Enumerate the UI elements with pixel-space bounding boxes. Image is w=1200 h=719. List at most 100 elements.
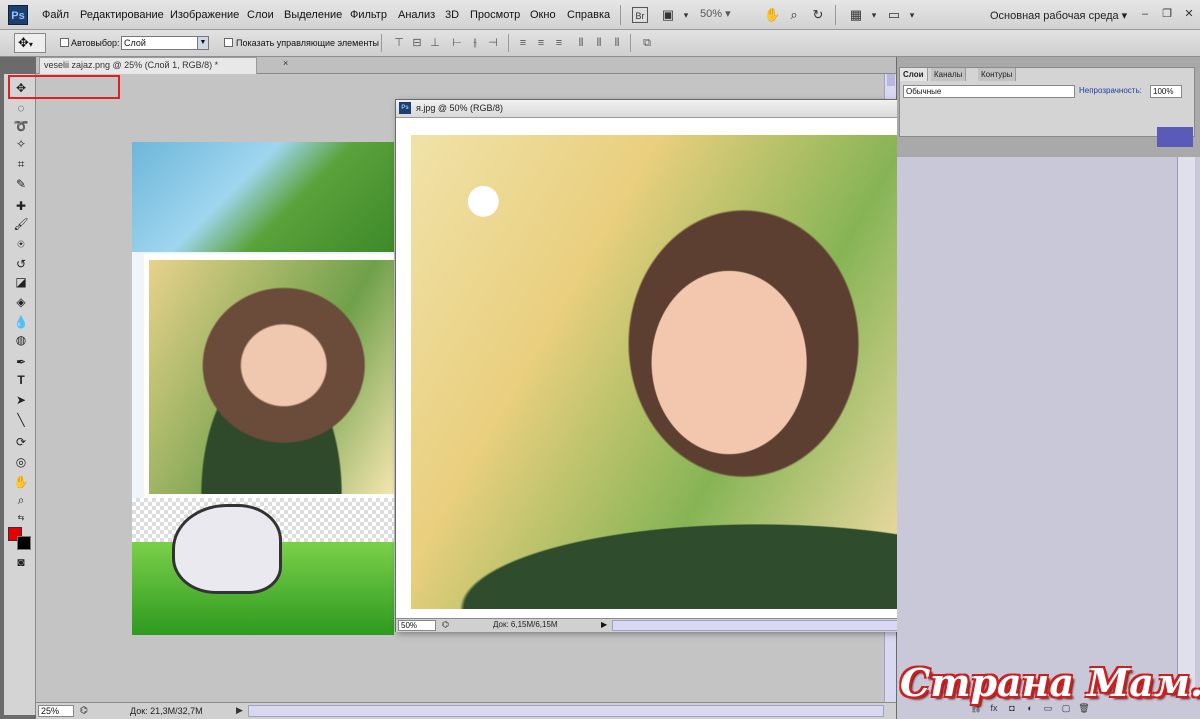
camera-raw-icon[interactable]: ▣ <box>660 7 676 23</box>
type-icon[interactable]: T <box>13 372 29 388</box>
autoselect-checkbox[interactable] <box>60 38 69 47</box>
distribute-bottom-icon[interactable]: ≡ <box>552 37 566 49</box>
arrange-documents-icon[interactable]: ▦ <box>848 7 864 23</box>
scroll-up-arrow[interactable] <box>887 74 895 86</box>
cartoon-bunny <box>172 504 282 594</box>
menu-view[interactable]: Просмотр <box>470 9 520 21</box>
screen-mode-icon[interactable]: ▭ <box>886 7 902 23</box>
status-arrow-icon[interactable]: ▶ <box>601 620 607 629</box>
menu-select[interactable]: Выделение <box>284 9 342 21</box>
minimize-button[interactable]: – <box>1138 7 1152 21</box>
marquee-tool-icon[interactable]: ◌ <box>13 100 29 116</box>
menu-window[interactable]: Окно <box>530 9 556 21</box>
dodge-icon[interactable]: ◍ <box>13 332 29 348</box>
workspace-dropdown[interactable]: Основная рабочая среда ▾ <box>990 9 1127 22</box>
zoom-field[interactable]: 25% <box>38 705 74 717</box>
background-color-swatch[interactable] <box>17 536 31 550</box>
align-vcenter-icon[interactable]: ⊟ <box>410 37 424 49</box>
3d-orbit-icon[interactable]: ◎ <box>13 454 29 470</box>
collage-leaves <box>132 142 394 252</box>
close-button[interactable]: ✕ <box>1182 7 1196 21</box>
tab-paths[interactable]: Контуры <box>978 68 1017 81</box>
tool-preset-picker[interactable]: ✥▾ <box>14 33 46 53</box>
chevron-down-icon[interactable]: ▾ <box>866 7 882 23</box>
hand-tool-icon[interactable]: ✋ <box>764 7 780 23</box>
blur-icon[interactable]: 💧 <box>13 314 29 330</box>
bridge-icon[interactable]: Br <box>632 7 648 23</box>
distribute-top-icon[interactable]: ≡ <box>516 37 530 49</box>
doc-size-info: Док: 21,3M/32,7M <box>130 706 203 716</box>
brush-icon[interactable]: 🖌 <box>13 216 29 232</box>
distribute-hcenter-icon[interactable]: ⦀ <box>592 37 606 49</box>
align-right-icon[interactable]: ⊣ <box>486 37 500 49</box>
quick-mask-icon[interactable]: ◙ <box>13 554 29 570</box>
menu-analysis[interactable]: Анализ <box>398 9 435 21</box>
horizontal-scrollbar[interactable] <box>248 705 884 717</box>
align-top-icon[interactable]: ⊤ <box>392 37 406 49</box>
menu-layers[interactable]: Слои <box>247 9 274 21</box>
layer-thumbnail[interactable] <box>1157 127 1193 147</box>
menu-help[interactable]: Справка <box>567 9 610 21</box>
hand-icon[interactable]: ✋ <box>13 474 29 490</box>
tools-panel: ✥ ◌ ➰ ✧ ⌗ ✎ ✚ 🖌 ⍟ ↺ ◪ ◈ 💧 ◍ ✒ T ➤ ╲ ⟳ ◎ … <box>4 74 36 715</box>
eyedropper-icon[interactable]: ✎ <box>13 176 29 192</box>
photoshop-doc-icon: Ps <box>399 102 411 114</box>
status-bar: 25% ⌬ Док: 21,3M/32,7M ▶ <box>36 702 896 719</box>
separator <box>508 34 509 52</box>
distribute-left-icon[interactable]: ⦀ <box>574 37 588 49</box>
doc-size-info: Док: 6,15M/6,15M <box>493 620 558 629</box>
distribute-vcenter-icon[interactable]: ≡ <box>534 37 548 49</box>
menu-edit[interactable]: Редактирование <box>80 9 164 21</box>
chevron-down-icon[interactable]: ▾ <box>678 7 694 23</box>
path-select-icon[interactable]: ➤ <box>13 392 29 408</box>
restore-button[interactable]: ❐ <box>1160 7 1174 21</box>
zoom-field[interactable]: 50% <box>398 620 436 631</box>
vertical-scrollbar[interactable] <box>1177 157 1195 697</box>
tab-layers[interactable]: Слои <box>900 68 928 81</box>
opacity-label: Непрозрачность: <box>1079 86 1142 95</box>
menu-image[interactable]: Изображение <box>170 9 239 21</box>
distribute-right-icon[interactable]: ⦀ <box>610 37 624 49</box>
status-menu-icon[interactable]: ⌬ <box>80 705 88 716</box>
status-arrow-icon[interactable]: ▶ <box>236 705 243 716</box>
eraser-icon[interactable]: ◪ <box>13 274 29 290</box>
magic-wand-icon[interactable]: ✧ <box>13 136 29 152</box>
lasso-icon[interactable]: ➰ <box>13 118 29 134</box>
healing-brush-icon[interactable]: ✚ <box>13 198 29 214</box>
chevron-down-icon[interactable]: ▾ <box>904 7 920 23</box>
blend-mode-select[interactable]: Обычные <box>903 85 1075 98</box>
line-icon[interactable]: ╲ <box>13 412 29 428</box>
photoshop-logo: Ps <box>8 5 28 25</box>
menu-3d[interactable]: 3D <box>445 9 459 21</box>
separator <box>381 34 382 52</box>
crop-icon[interactable]: ⌗ <box>13 156 29 172</box>
menu-file[interactable]: Файл <box>42 9 69 21</box>
chevron-down-icon: ▾ <box>28 40 33 49</box>
zoom-icon[interactable]: ⌕ <box>13 492 29 508</box>
swap-colors-icon[interactable]: ⇆ <box>13 510 29 526</box>
auto-align-icon[interactable]: ⧉ <box>640 37 654 49</box>
pen-icon[interactable]: ✒ <box>13 354 29 370</box>
tab-channels[interactable]: Каналы <box>931 68 967 81</box>
align-left-icon[interactable]: ⊢ <box>450 37 464 49</box>
opacity-field[interactable]: 100% <box>1150 85 1182 98</box>
autoselect-target-select[interactable]: Слой ▼ <box>121 36 209 50</box>
align-bottom-icon[interactable]: ⊥ <box>428 37 442 49</box>
watermark-logo: Страна Мам.ру <box>900 660 1200 705</box>
options-bar: ✥▾ Автовыбор: Слой ▼ Показать управляющие… <box>0 30 1200 57</box>
show-controls-checkbox[interactable] <box>224 38 233 47</box>
menu-filter[interactable]: Фильтр <box>350 9 387 21</box>
zoom-tool-icon[interactable]: ⌕ <box>786 7 802 23</box>
status-menu-icon[interactable]: ⌬ <box>442 620 449 629</box>
document-tab[interactable]: veselii zajaz.png @ 25% (Слой 1, RGB/8) … <box>39 57 257 74</box>
close-tab-icon[interactable]: × <box>283 58 288 68</box>
align-hcenter-icon[interactable]: ⫲ <box>468 37 482 49</box>
collage-image[interactable] <box>132 142 394 635</box>
paint-bucket-icon[interactable]: ◈ <box>13 294 29 310</box>
separator <box>630 34 631 52</box>
clone-stamp-icon[interactable]: ⍟ <box>13 236 29 252</box>
history-brush-icon[interactable]: ↺ <box>13 256 29 272</box>
3d-rotate-icon[interactable]: ⟳ <box>13 434 29 450</box>
zoom-level-dropdown[interactable]: 50% ▾ <box>700 7 748 23</box>
rotate-view-icon[interactable]: ↻ <box>810 7 826 23</box>
